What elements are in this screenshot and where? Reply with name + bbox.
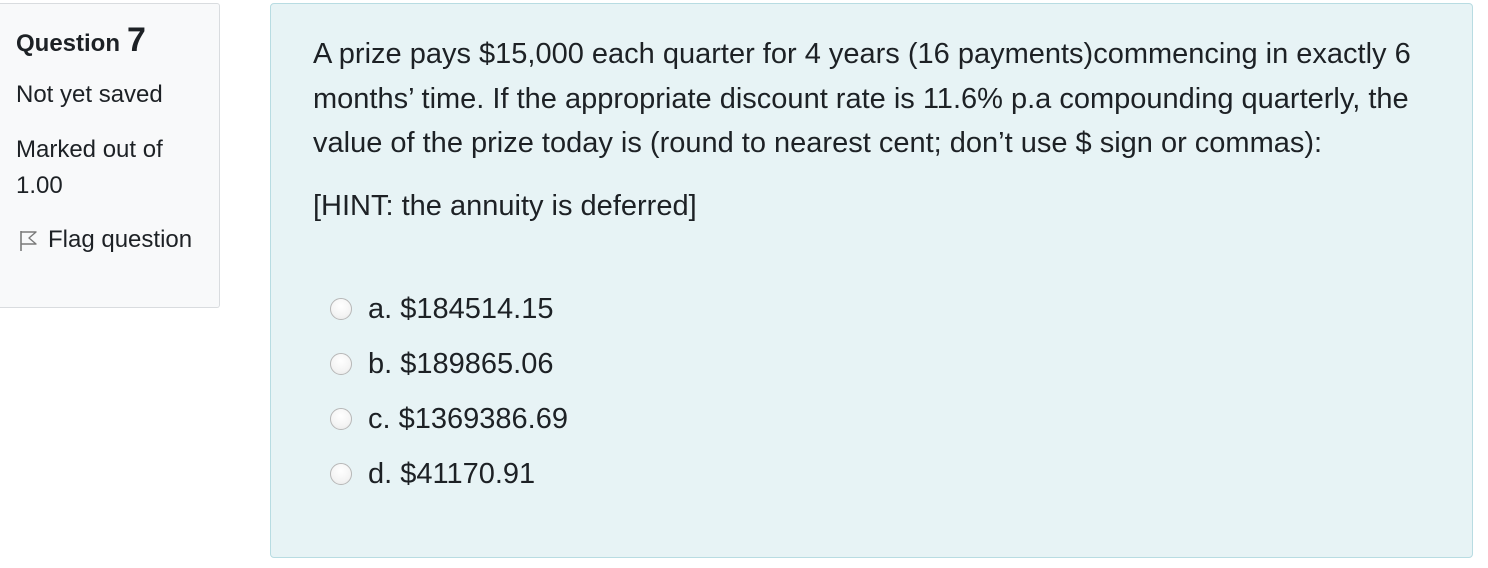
answer-option-a[interactable]: a. $184514.15 [330,282,1432,337]
radio-button-c[interactable] [330,408,352,430]
answer-label-b[interactable]: b. $189865.06 [368,346,553,382]
question-info-panel: Question 7 Not yet saved Marked out of 1… [0,3,220,308]
answer-option-c[interactable]: c. $1369386.69 [330,392,1432,447]
question-state: Not yet saved [16,81,163,108]
flag-icon [20,231,37,251]
radio-button-b[interactable] [330,353,352,375]
flag-question-label: Flag question [48,226,193,253]
question-heading: Question 7 [16,22,203,62]
answer-label-d[interactable]: d. $41170.91 [368,456,535,492]
question-word: Question [16,30,121,57]
question-number: 7 [127,21,146,59]
question-text: A prize pays $15,000 each quarter for 4 … [313,38,1411,159]
radio-button-a[interactable] [330,298,352,320]
answer-option-b[interactable]: b. $189865.06 [330,337,1432,392]
radio-button-d[interactable] [330,463,352,485]
answer-option-d[interactable]: d. $41170.91 [330,447,1432,502]
flag-question-link[interactable]: Flag question [16,222,203,258]
question-grade: Marked out of 1.00 [16,136,163,199]
answer-label-c[interactable]: c. $1369386.69 [368,401,568,437]
question-hint: [HINT: the annuity is deferred] [313,189,697,222]
answer-label-a[interactable]: a. $184514.15 [368,291,553,327]
question-content-panel: A prize pays $15,000 each quarter for 4 … [270,3,1473,558]
answer-options: a. $184514.15 b. $189865.06 c. $1369386.… [330,282,1432,502]
